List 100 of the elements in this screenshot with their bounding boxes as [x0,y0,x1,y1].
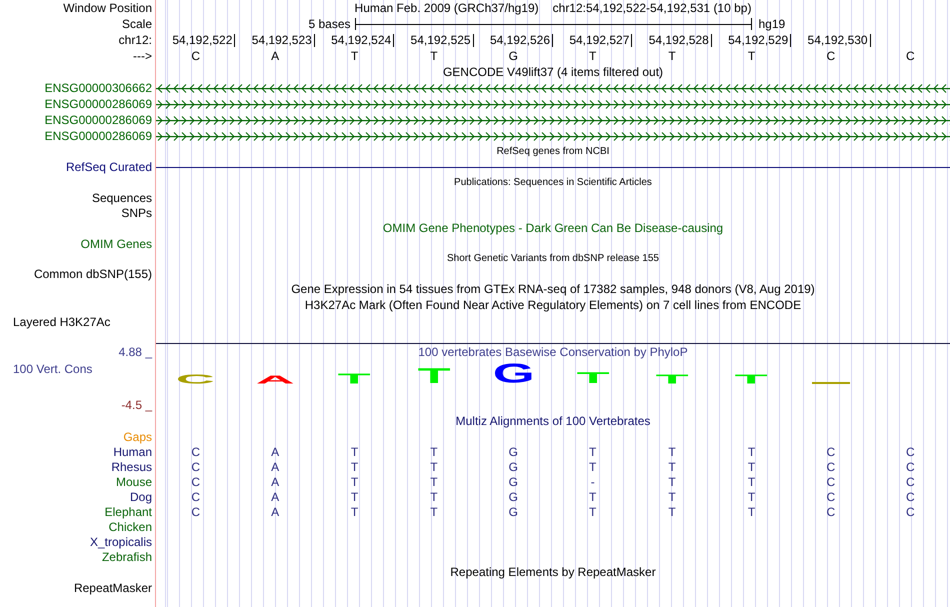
track-label[interactable]: RepeatMasker [74,580,152,594]
alignment-base: C [191,444,200,458]
alignment-base: T [748,490,756,504]
track-label[interactable]: ENSG00000306662 [44,81,152,95]
alignment-base: G [508,504,518,518]
alignment-base: T [589,490,596,504]
logo-letter: T [417,369,450,384]
alignment-base: A [271,444,280,458]
track-label[interactable]: OMIM Genes [80,236,152,250]
base-letter: T [589,49,596,63]
track-label[interactable]: RefSeq Curated [66,160,152,174]
ruler-position: 54,192,523 [252,34,315,46]
alignment-base: G [508,444,518,458]
track-title: Multiz Alignments of 100 Vertebrates [456,414,650,428]
ruler-position: 54,192,529 [728,34,792,46]
ruler-position: 54,192,524 [331,34,394,46]
logo-letter: G [492,365,534,384]
track-title: Gene Expression in 54 tissues from GTEx RNA-seq of 17382 samples, 948 donors (V8, Aug 2019) [291,282,815,296]
alignment-base: T [668,490,676,504]
alignment-base: T [748,474,756,488]
alignment-base: T [430,504,438,518]
track-title: GENCODE V49lift37 (4 items filtered out) [442,65,664,79]
alignment-base: A [271,474,280,488]
track-label[interactable]: Sequences [92,190,152,204]
alignment-base: - [590,474,595,488]
track-label[interactable]: SNPs [121,206,152,220]
base-letter: T [350,49,358,63]
track-label: 4.88 _ [118,345,152,359]
track-label: Scale [122,17,152,31]
track-label[interactable]: ---> [133,49,152,63]
track-label[interactable]: X_tropicalis [90,534,152,548]
window-position-text: chr12:54,192,522-54,192,531 (10 bp) [552,1,752,15]
alignment-base: T [748,460,756,474]
alignment-base: T [668,474,676,488]
alignment-base: C [826,444,836,458]
alignment-base: C [826,460,836,474]
logo-letter: T [735,375,768,384]
track-label[interactable]: Elephant [104,504,152,518]
alignment-base: G [508,474,518,488]
logo-letter: C [176,375,216,384]
alignment-base: C [191,490,200,504]
base-letter: C [191,49,200,63]
track-caption: Short Genetic Variants from dbSNP release 155 [447,253,659,264]
alignment-base: C [826,504,836,518]
track-label[interactable]: Layered H3K27Ac [13,315,110,329]
alignment-base: T [668,504,676,518]
alignment-base: T [589,504,596,518]
track-caption: RefSeq genes from NCBI [496,146,610,157]
track-label[interactable]: Human [113,444,152,458]
alignment-base: G [508,490,518,504]
track-title: OMIM Gene Phenotypes - Dark Green Can Be Disease-causing [382,221,724,235]
base-letter: A [271,49,280,63]
ruler-position: 54,192,525 [410,34,474,46]
alignment-base: T [350,474,358,488]
alignment-base: C [906,504,915,518]
scale-span-text: 5 bases [308,17,352,31]
base-letter: C [906,49,915,63]
ruler-position: 54,192,530 [808,34,871,46]
track-label[interactable]: ENSG00000286069 [44,97,152,111]
track-label[interactable]: ENSG00000286069 [44,129,152,143]
track-title: H3K27Ac Mark (Often Found Near Active Regulatory Elements) on 7 cell lines from ENCODE [304,298,802,312]
alignment-base: C [191,474,200,488]
track-caption: Publications: Sequences in Scientific Articles [454,177,652,188]
alignment-base: T [430,444,438,458]
alignment-base: T [430,460,438,474]
ruler-position: 54,192,522 [172,34,236,46]
track-label[interactable]: Mouse [116,474,152,488]
alignment-base: C [191,460,200,474]
alignment-base: T [350,504,358,518]
track-title: Repeating Elements by RepeatMasker [450,565,656,579]
logo-letter: T [338,374,371,384]
track-label[interactable]: Dog [130,490,152,504]
track-label[interactable]: Common dbSNP(155) [34,266,152,280]
alignment-base: C [826,474,836,488]
alignment-base: T [430,490,438,504]
track-label[interactable]: 100 Vert. Cons [13,362,92,376]
alignment-base: G [508,460,518,474]
alignment-base: C [906,490,915,504]
track-label[interactable]: ENSG00000286069 [44,113,152,127]
alignment-base: A [271,460,280,474]
base-letter: G [508,49,518,63]
logo-letter: T [656,375,689,384]
logo-letter: T [576,373,610,384]
track-label[interactable]: Rhesus [111,460,152,474]
alignment-base: C [826,490,836,504]
alignment-base: T [350,490,358,504]
alignment-base: T [589,444,596,458]
alignment-base: C [906,460,915,474]
track-label[interactable]: Zebrafish [102,550,152,564]
alignment-base: A [271,504,280,518]
alignment-base: T [668,444,676,458]
alignment-base: T [748,504,756,518]
track-label: chr12: [118,33,152,47]
ruler-position: 54,192,528 [648,34,712,46]
track-label[interactable]: Chicken [108,520,152,534]
alignment-base: T [430,474,438,488]
base-letter: T [748,49,756,63]
alignment-base: A [271,490,280,504]
alignment-base: T [589,460,596,474]
alignment-base: C [906,444,915,458]
